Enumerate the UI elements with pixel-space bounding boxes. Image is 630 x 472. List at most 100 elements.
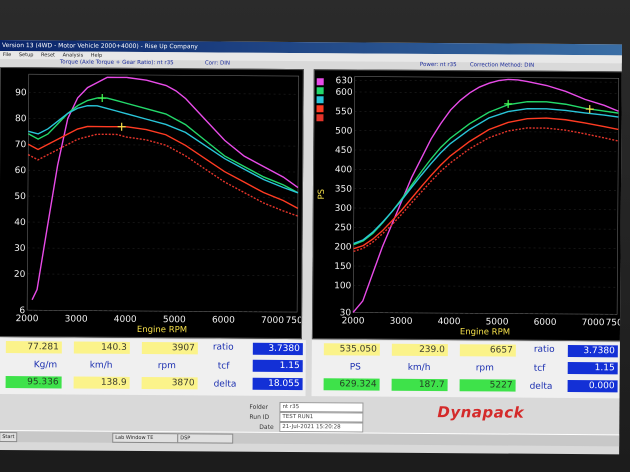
series-swatch-0[interactable]: [316, 78, 324, 86]
power-corr: Correction Method: DIN: [469, 62, 535, 69]
y-tick-label: 250: [334, 223, 352, 233]
menu-analysis[interactable]: Analysis: [63, 52, 84, 58]
grid-line: [354, 80, 619, 83]
grid-line: [354, 91, 619, 94]
folder-field[interactable]: nt r35: [279, 401, 364, 413]
power-value-bottom: 629.324: [323, 378, 380, 391]
torque-chart-panel: 6 20 30 40 50 60 70 80 90 2000 3000 4000 5000 6000 700…: [0, 66, 304, 340]
y-tick-label: 150: [334, 262, 352, 272]
y-tick-label: 200: [334, 243, 352, 253]
torque-corr: Corr: DIN: [204, 60, 230, 67]
y-tick-label: 90: [15, 88, 27, 98]
x-tick-label: 4000: [438, 317, 461, 327]
cursor-marker-1[interactable]: [585, 105, 594, 114]
speed-value-bottom: 138.9: [73, 376, 130, 389]
grid-line: [353, 265, 618, 269]
x-tick-label: 7000: [261, 316, 284, 326]
torque-chart: 620304050607080902000 3000 4000 5000 6000 700…: [14, 73, 303, 335]
x-tick-label: 2000: [342, 316, 365, 326]
plot-area: [26, 73, 300, 313]
grid-line: [28, 118, 299, 121]
date-field: 21-Jul-2021 15:20:28: [279, 421, 364, 433]
power-chart-panel: 30 100 150 200 250 300 350 400 450 500 550 600 630 20…: [311, 69, 622, 342]
grid-line: [353, 285, 618, 288]
left-stats-panel: 77.281 140.3 3907 Kg/m km/h rpm 95.336 1…: [0, 337, 306, 397]
rpm-value-top-right: 6657: [459, 344, 516, 357]
screen: Version 13 (4WD - Motor Vehicle 2000+400…: [0, 40, 622, 455]
series-swatch-2[interactable]: [316, 96, 324, 104]
ratio-value-right[interactable]: 3.7380: [567, 344, 618, 358]
y-tick-label: 300: [335, 204, 353, 214]
unit-ps: PS: [349, 362, 361, 373]
menu-setup[interactable]: Setup: [19, 52, 34, 58]
delta-value[interactable]: 18.055: [252, 377, 303, 391]
torque-value-top: 77.281: [5, 341, 62, 354]
y-axis-label: PS: [317, 189, 327, 200]
series-line-2: [353, 107, 619, 245]
taskbar: Start Lab Window TE DSP: [0, 429, 620, 447]
taskbar-item-labwindow[interactable]: Lab Window TE: [112, 432, 179, 444]
x-axis-label: Engine RPM: [460, 327, 510, 337]
tcf-value-right[interactable]: 1.15: [567, 361, 618, 375]
power-header: Power: nt r35: [419, 61, 457, 69]
runid-field[interactable]: TEST RUN1: [279, 411, 364, 423]
series-swatch-1[interactable]: [316, 87, 324, 95]
start-button[interactable]: Start: [0, 432, 18, 443]
grid-line: [27, 221, 298, 225]
menu-file[interactable]: File: [3, 52, 11, 58]
series-line-3: [353, 117, 619, 250]
unit-rpm-right: rpm: [475, 363, 494, 374]
y-tick-label: 40: [14, 218, 26, 228]
x-axis-label: Engine RPM: [137, 325, 187, 335]
folder-label: Folder: [249, 403, 269, 411]
rpm-value-bottom-right: 5227: [459, 379, 516, 392]
tcf-label: tcf: [217, 361, 230, 372]
y-tick-label: 450: [335, 146, 353, 156]
menu-help[interactable]: Help: [91, 53, 102, 59]
grid-line: [28, 169, 299, 173]
torque-value-bottom: 95.336: [5, 376, 62, 389]
rpm-value-top: 3907: [141, 341, 198, 355]
date-label: Date: [259, 423, 274, 431]
cursor-marker-0[interactable]: [504, 99, 513, 108]
cursor-marker-0[interactable]: [98, 94, 107, 103]
tcf-value[interactable]: 1.15: [252, 359, 303, 373]
x-tick-label: 7000: [582, 318, 605, 328]
grid-line: [27, 247, 298, 251]
menu-reset[interactable]: Reset: [41, 52, 55, 58]
dynapack-logo: Dynapack: [437, 403, 525, 422]
ratio-value[interactable]: 3.7380: [252, 342, 303, 356]
runid-label: Run ID: [249, 413, 270, 421]
rpm-value-bottom: 3870: [141, 376, 198, 390]
grid-line: [28, 92, 299, 95]
grid-line: [27, 195, 298, 199]
y-tick-label: 80: [15, 114, 27, 124]
tcf-label-right: tcf: [533, 363, 546, 374]
x-tick-label: 7500: [286, 316, 303, 326]
y-tick-label: 70: [15, 140, 27, 150]
torque-header: Torque (Axle Torque + Gear Ratio): nt r3…: [59, 59, 174, 67]
x-tick-label: 5000: [486, 317, 509, 327]
grid-line: [354, 149, 619, 153]
series-swatch-4[interactable]: [316, 114, 324, 122]
delta-label-right: delta: [529, 381, 553, 392]
x-tick-label: 3000: [65, 314, 88, 324]
unit-kmh-right: km/h: [407, 362, 431, 374]
series-line-4: [27, 133, 299, 217]
delta-label: delta: [213, 379, 237, 390]
taskbar-item-dsp[interactable]: DSP: [177, 433, 234, 444]
ratio-label-right: ratio: [533, 344, 555, 355]
speed-value-top-right: 239.0: [391, 343, 448, 357]
power-chart: 3010015020025030035040045050055060063020…: [316, 76, 622, 338]
unit-kmh: km/h: [89, 360, 113, 371]
delta-value-right[interactable]: 0.000: [567, 379, 618, 393]
series-swatch-3[interactable]: [316, 105, 324, 113]
y-tick-label: 30: [14, 244, 26, 254]
power-value-top: 535.050: [323, 343, 380, 356]
y-tick-label: 550: [335, 107, 353, 117]
cursor-marker-1[interactable]: [117, 122, 126, 131]
x-tick-label: 6000: [534, 318, 557, 328]
y-tick-label: 600: [335, 88, 353, 98]
x-tick-label: 5000: [163, 315, 186, 325]
y-tick-label: 20: [14, 270, 26, 280]
